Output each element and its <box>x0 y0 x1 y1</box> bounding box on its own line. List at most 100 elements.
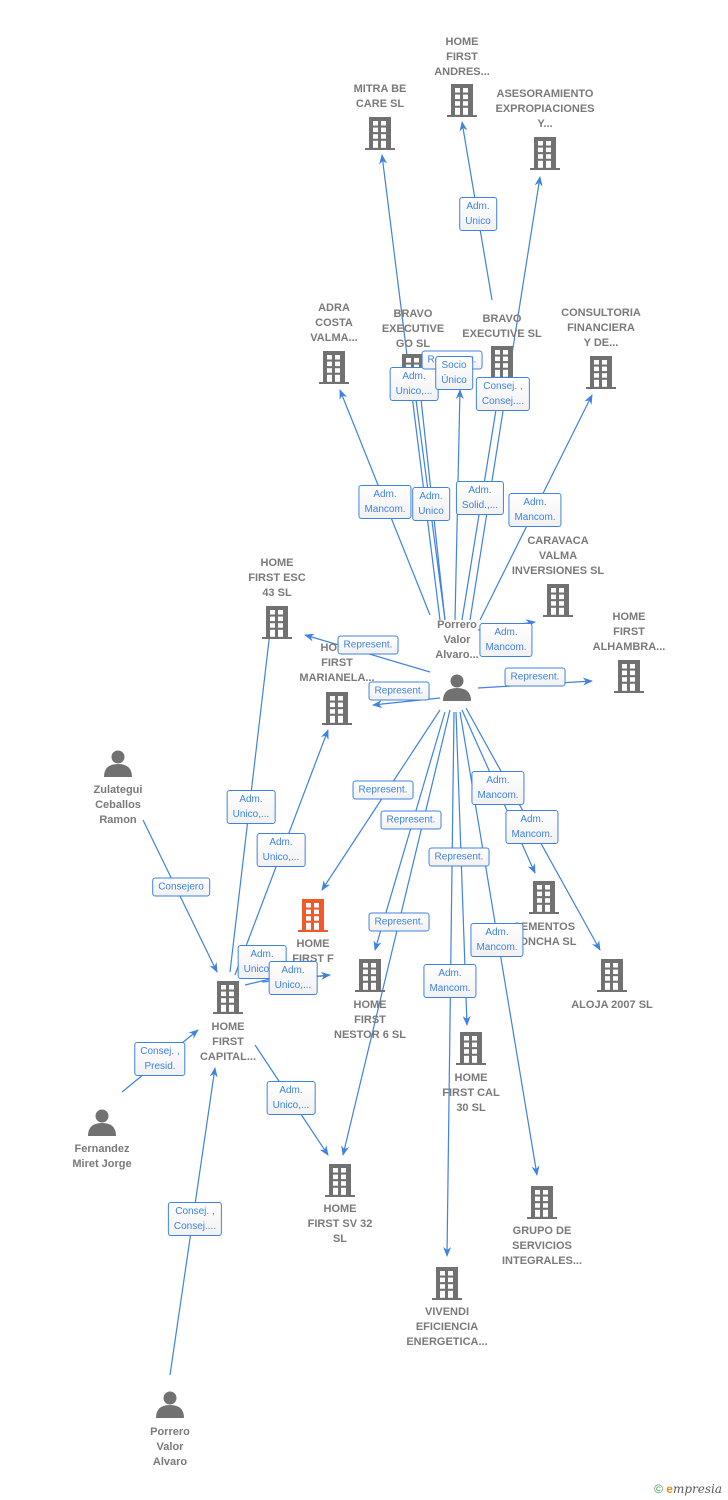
node-label-esc[interactable]: HOME FIRST ESC 43 SL <box>212 556 342 601</box>
relation-label[interactable]: Represent. <box>337 635 399 655</box>
relation-label-line: Adm. <box>466 201 490 212</box>
relation-label[interactable]: Consej. , Consej.... <box>475 377 531 411</box>
relation-label[interactable]: Adm. Mancom. <box>505 810 559 844</box>
node-label-line: HOME <box>323 1203 357 1215</box>
node-label-asesor[interactable]: ASESORAMIENTO EXPROPIACIONES Y... <box>480 87 610 132</box>
node-label-nestor[interactable]: HOME FIRST NESTOR 6 SL <box>305 998 435 1043</box>
company-icon[interactable] <box>432 1267 462 1300</box>
node-label-line: EXPROPIACIONES <box>495 103 595 115</box>
node-label-fernandez[interactable]: Fernandez Miret Jorge <box>37 1142 167 1172</box>
relation-label-line: Consejero <box>158 881 204 893</box>
node-label-zulategui[interactable]: Zulategui Ceballos Ramon <box>53 783 183 828</box>
relation-label[interactable]: Adm. Unico,... <box>226 790 276 824</box>
company-icon[interactable] <box>529 881 559 914</box>
relation-label[interactable]: Adm. Unico,... <box>256 833 306 867</box>
relation-label[interactable]: Consejero <box>152 877 210 897</box>
diagram-canvas <box>88 84 644 1419</box>
company-icon[interactable] <box>213 981 243 1014</box>
relation-label-line: Adm. <box>438 968 462 979</box>
person-icon[interactable] <box>104 750 132 778</box>
node-label-grupo[interactable]: GRUPO DE SERVICIOS INTEGRALES... <box>477 1224 607 1269</box>
relation-label[interactable]: Adm. Mancom. <box>471 771 525 805</box>
node-label-line: HOME <box>612 611 646 623</box>
relation-label-line: Adm. <box>269 837 293 848</box>
brand-logo: mpresia <box>672 1482 722 1496</box>
node-label-line: CARAVACA <box>527 535 589 547</box>
company-icon[interactable] <box>262 606 292 639</box>
company-icon[interactable] <box>365 117 395 150</box>
node-label-line: FIRST SV 32 <box>307 1218 373 1230</box>
company-icon[interactable] <box>614 660 644 693</box>
node-label-alhambra[interactable]: HOME FIRST ALHAMBRA... <box>564 610 694 655</box>
relation-label[interactable]: Represent. <box>368 912 430 932</box>
node-label-vivendi[interactable]: VIVENDI EFICIENCIA ENERGETICA... <box>382 1305 512 1350</box>
relation-label[interactable]: Represent. <box>428 847 490 867</box>
company-icon[interactable] <box>325 1164 355 1197</box>
company-icon[interactable] <box>319 351 349 384</box>
node-label-line: INVERSIONES SL <box>511 565 605 577</box>
relation-label[interactable]: Adm. Mancom. <box>508 493 562 527</box>
relation-label[interactable]: Adm. Mancom. <box>423 964 477 998</box>
focus-company-icon[interactable] <box>298 899 328 932</box>
person-icon[interactable] <box>156 1391 184 1419</box>
node-label-cal30[interactable]: HOME FIRST CAL 30 SL <box>406 1071 536 1116</box>
node-label-line: Ceballos <box>95 799 141 811</box>
node-label-caravaca[interactable]: CARAVACA VALMA INVERSIONES SL <box>493 534 623 579</box>
company-icon[interactable] <box>487 346 517 379</box>
node-label-line: Y DE... <box>583 337 619 349</box>
relation-label-line: Mancom. <box>511 829 553 840</box>
relation-label[interactable]: Consej. , Presid. <box>134 1042 186 1076</box>
node-label-line: 43 SL <box>262 587 292 599</box>
relation-label[interactable]: Represent. <box>504 667 566 687</box>
node-label-line: CARE SL <box>355 98 405 110</box>
relation-label-line: Represent. <box>386 814 436 826</box>
relation-label[interactable]: Adm. Unico,... <box>268 961 318 995</box>
node-label-porrero2[interactable]: Porrero Valor Alvaro <box>105 1425 235 1470</box>
relation-label[interactable]: Adm. Mancom. <box>470 923 524 957</box>
node-label-line: Miret Jorge <box>72 1158 132 1170</box>
company-icon[interactable] <box>322 692 352 725</box>
company-icon[interactable] <box>527 1186 557 1219</box>
relation-label[interactable]: Socio Único <box>435 356 473 390</box>
relation-label-line: Adm. <box>468 485 492 496</box>
company-icon[interactable] <box>456 1032 486 1065</box>
relation-label[interactable]: Adm. Mancom. <box>479 623 533 657</box>
relation-label[interactable]: Consej. , Consej.... <box>167 1202 223 1236</box>
relation-label[interactable]: Represent. <box>380 810 442 830</box>
node-label-line: FIRST <box>321 657 353 669</box>
node-label-sv32[interactable]: HOME FIRST SV 32 SL <box>275 1202 405 1247</box>
relation-label[interactable]: Adm. Unico <box>459 197 497 231</box>
relation-label-line: Represent. <box>343 639 393 651</box>
node-label-mitra[interactable]: MITRA BE CARE SL <box>315 82 445 112</box>
relation-label-line: Consej.... <box>481 396 525 407</box>
relation-label-line: Represent. <box>358 784 408 796</box>
node-label-consult[interactable]: CONSULTORIA FINANCIERA Y DE... <box>536 306 666 351</box>
node-label-line: ALHAMBRA... <box>592 641 666 653</box>
relation-label-line: Presid. <box>144 1061 176 1072</box>
relation-label[interactable]: Adm. Unico,... <box>389 367 439 401</box>
node-label-aloja[interactable]: ALOJA 2007 SL <box>547 998 677 1013</box>
node-label-line: Y... <box>537 118 553 130</box>
node-label-line: FIRST <box>613 626 645 638</box>
company-icon[interactable] <box>597 959 627 992</box>
company-icon[interactable] <box>447 84 477 117</box>
person-icon[interactable] <box>88 1109 116 1137</box>
relation-label[interactable]: Adm. Unico <box>412 487 450 521</box>
node-label-line: NESTOR 6 SL <box>334 1029 406 1041</box>
relation-label-line: Adm. <box>485 927 509 938</box>
relation-label[interactable]: Represent. <box>352 780 414 800</box>
company-icon[interactable] <box>530 137 560 170</box>
person-icon[interactable] <box>443 674 471 702</box>
node-label-andres[interactable]: HOME FIRST ANDRES... <box>397 35 527 80</box>
company-icon[interactable] <box>586 356 616 389</box>
relation-label-line: Mancom. <box>476 942 518 953</box>
node-label-line: FIRST CAL <box>442 1087 500 1099</box>
node-label-line: ALOJA 2007 SL <box>571 999 653 1011</box>
relation-label[interactable]: Represent. <box>368 681 430 701</box>
footer-brand: © empresia <box>654 1482 722 1496</box>
relation-label[interactable]: Adm. Unico,... <box>266 1081 316 1115</box>
relation-label-line: Adm. <box>250 949 274 960</box>
relation-label[interactable]: Adm. Solid.,... <box>455 481 505 515</box>
relation-label[interactable]: Adm. Mancom. <box>358 485 412 519</box>
node-label-line: EFICIENCIA <box>415 1321 479 1333</box>
